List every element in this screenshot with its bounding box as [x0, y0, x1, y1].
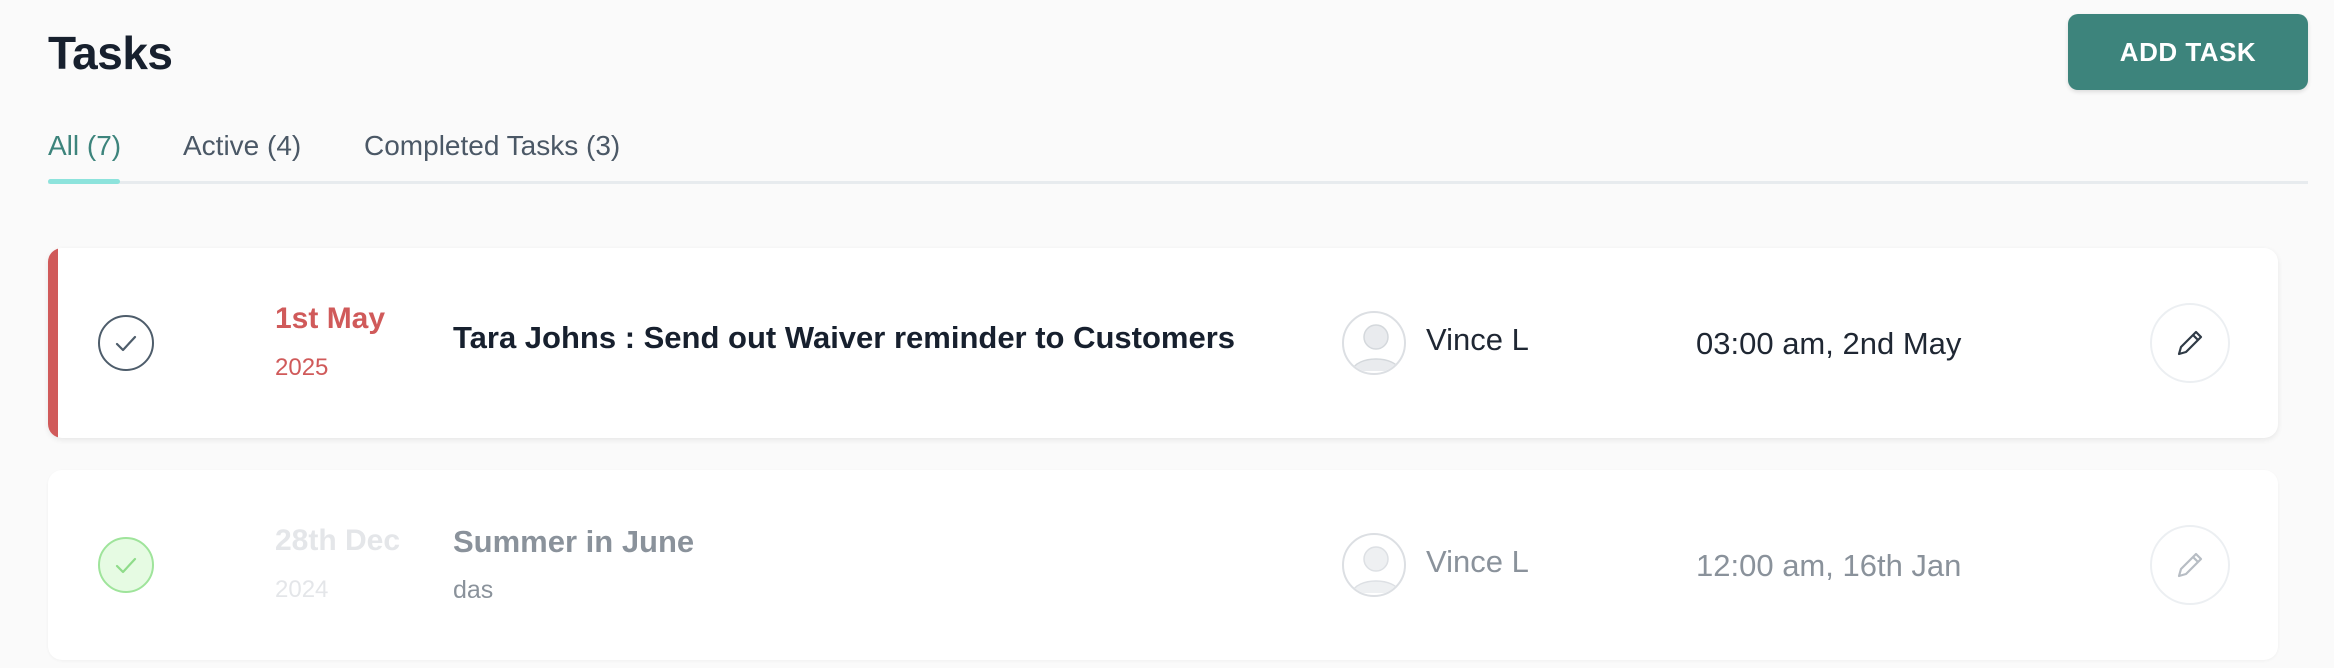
task-assignee: Vince L [1426, 322, 1529, 357]
pencil-icon [2177, 552, 2203, 578]
avatar [1342, 533, 1406, 597]
active-tab-indicator [48, 179, 120, 184]
task-year: 2025 [275, 354, 329, 381]
tab-active[interactable]: Active (4) [183, 130, 301, 184]
task-assignee: Vince L [1426, 544, 1529, 579]
tab-all[interactable]: All (7) [48, 130, 121, 184]
add-task-button[interactable]: ADD TASK [2068, 14, 2308, 90]
task-due-time: 12:00 am, 16th Jan [1696, 548, 1962, 583]
task-due-time: 03:00 am, 2nd May [1696, 326, 1962, 361]
tasks-page: Tasks ADD TASK All (7) Active (4) Comple… [0, 0, 2334, 668]
task-title[interactable]: Summer in June [453, 524, 694, 560]
task-tabs: All (7) Active (4) Completed Tasks (3) [48, 120, 2308, 184]
check-icon [115, 557, 137, 574]
user-avatar-icon [1351, 546, 1401, 594]
check-icon [115, 335, 137, 352]
task-description: das [453, 576, 494, 604]
edit-task-button[interactable] [2150, 303, 2230, 383]
task-row[interactable]: 28th Dec 2024 Summer in June das Vince L… [48, 470, 2278, 660]
overdue-indicator [48, 248, 58, 438]
complete-task-toggle[interactable] [98, 537, 154, 593]
edit-task-button[interactable] [2150, 525, 2230, 605]
task-date: 28th Dec [275, 524, 401, 557]
task-title[interactable]: Tara Johns : Send out Waiver reminder to… [453, 320, 1235, 356]
complete-task-toggle[interactable] [98, 315, 154, 371]
user-avatar-icon [1351, 324, 1401, 372]
task-date: 1st May [275, 302, 386, 335]
task-row[interactable]: 1st May 2025 Tara Johns : Send out Waive… [48, 248, 2278, 438]
pencil-icon [2177, 330, 2203, 356]
avatar [1342, 311, 1406, 375]
page-title: Tasks [48, 27, 173, 79]
task-year: 2024 [275, 576, 329, 603]
tab-completed[interactable]: Completed Tasks (3) [364, 130, 620, 184]
